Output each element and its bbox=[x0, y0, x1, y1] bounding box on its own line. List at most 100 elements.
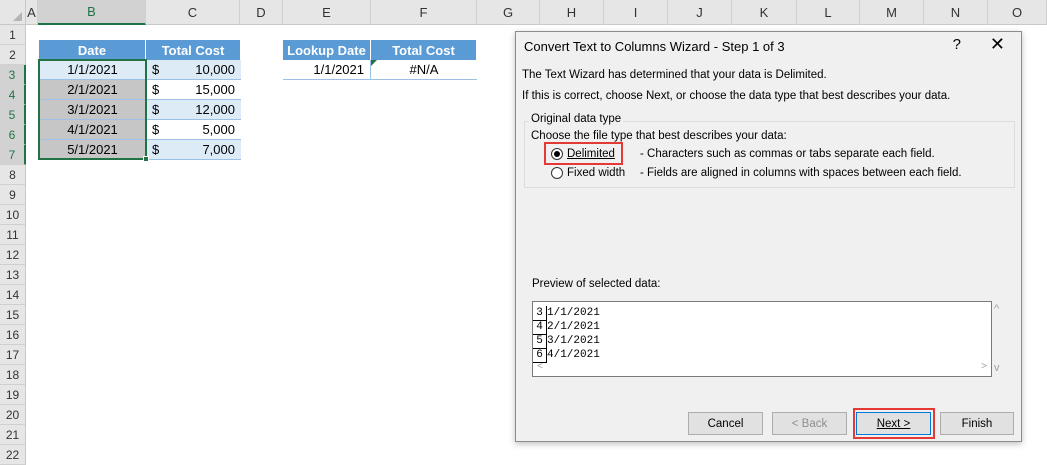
column-header-d[interactable]: D bbox=[240, 0, 283, 25]
dialog-title: Convert Text to Columns Wizard - Step 1 … bbox=[524, 39, 785, 54]
preview-pane[interactable]: 31/1/202142/1/202153/1/202164/1/202175/1… bbox=[532, 301, 992, 377]
row-header-21[interactable]: 21 bbox=[0, 425, 26, 445]
fixed-width-radio[interactable] bbox=[551, 167, 563, 179]
cost-value: 5,000 bbox=[202, 122, 235, 137]
column-header-n[interactable]: N bbox=[924, 0, 988, 25]
column-header-l[interactable]: L bbox=[797, 0, 860, 25]
row-header-2[interactable]: 2 bbox=[0, 45, 26, 65]
total-cost-cell[interactable]: $15,000 bbox=[146, 80, 241, 100]
currency-symbol: $ bbox=[152, 82, 160, 97]
row-header-22[interactable]: 22 bbox=[0, 445, 26, 465]
row-header-19[interactable]: 19 bbox=[0, 385, 26, 405]
row-header-3[interactable]: 3 bbox=[0, 65, 26, 85]
column-header-f[interactable]: F bbox=[371, 0, 477, 25]
lookup-date-cell[interactable]: 1/1/2021 bbox=[283, 60, 371, 80]
row-header-8[interactable]: 8 bbox=[0, 165, 26, 185]
preview-hscroll[interactable]: < > bbox=[533, 361, 991, 376]
column-header-h[interactable]: H bbox=[540, 0, 604, 25]
header-lookup-date[interactable]: Lookup Date bbox=[283, 40, 371, 60]
finish-button[interactable]: Finish bbox=[940, 412, 1014, 435]
total-cost-cell[interactable]: $5,000 bbox=[146, 120, 241, 140]
currency-symbol: $ bbox=[152, 102, 160, 117]
row-header-5[interactable]: 5 bbox=[0, 105, 26, 125]
group-label: Original data type bbox=[529, 113, 624, 125]
preview-row-number: 5 bbox=[533, 334, 547, 349]
fill-handle[interactable] bbox=[143, 156, 149, 162]
row-header-11[interactable]: 11 bbox=[0, 225, 26, 245]
date-cell[interactable]: 5/1/2021 bbox=[39, 140, 146, 160]
preview-row: 4 2/1/2021 bbox=[533, 320, 600, 335]
back-button[interactable]: < Back bbox=[772, 412, 847, 435]
header-lookup-total-cost[interactable]: Total Cost bbox=[371, 40, 477, 60]
row-header-1[interactable]: 1 bbox=[0, 25, 26, 45]
wizard-info-line: The Text Wizard has determined that your… bbox=[522, 69, 827, 81]
row-header-15[interactable]: 15 bbox=[0, 305, 26, 325]
text-to-columns-dialog: Convert Text to Columns Wizard - Step 1 … bbox=[515, 31, 1022, 442]
cancel-button[interactable]: Cancel bbox=[688, 412, 763, 435]
close-icon[interactable]: ✕ bbox=[990, 34, 1005, 55]
row-header-13[interactable]: 13 bbox=[0, 265, 26, 285]
column-header-k[interactable]: K bbox=[732, 0, 797, 25]
column-header-g[interactable]: G bbox=[477, 0, 540, 25]
header-date[interactable]: Date bbox=[39, 40, 146, 60]
lookup-result-cell[interactable]: #N/A bbox=[371, 60, 477, 80]
column-header-a[interactable]: A bbox=[26, 0, 38, 25]
total-cost-cell[interactable]: $12,000 bbox=[146, 100, 241, 120]
date-cell[interactable]: 3/1/2021 bbox=[39, 100, 146, 120]
cost-value: 7,000 bbox=[202, 142, 235, 157]
row-header-17[interactable]: 17 bbox=[0, 345, 26, 365]
currency-symbol: $ bbox=[152, 62, 160, 77]
scroll-down-icon[interactable]: v bbox=[994, 362, 1000, 374]
preview-row-number: 4 bbox=[533, 320, 547, 335]
next-highlight bbox=[853, 408, 935, 439]
date-cell[interactable]: 1/1/2021 bbox=[39, 60, 146, 80]
preview-row: 6 4/1/2021 bbox=[533, 348, 600, 363]
column-header-e[interactable]: E bbox=[283, 0, 371, 25]
column-header-i[interactable]: I bbox=[604, 0, 668, 25]
preview-row-number: 3 bbox=[533, 306, 547, 321]
row-header-7[interactable]: 7 bbox=[0, 145, 26, 165]
preview-row-text: 3/1/2021 bbox=[547, 335, 600, 347]
preview-row-text: 2/1/2021 bbox=[547, 321, 600, 333]
total-cost-cell[interactable]: $10,000 bbox=[146, 60, 241, 80]
delimited-description: - Characters such as commas or tabs sepa… bbox=[640, 148, 935, 160]
preview-label: Preview of selected data: bbox=[532, 278, 661, 290]
delimited-highlight bbox=[544, 142, 623, 165]
preview-row-text: 4/1/2021 bbox=[547, 349, 600, 361]
row-header-6[interactable]: 6 bbox=[0, 125, 26, 145]
column-header-c[interactable]: C bbox=[146, 0, 240, 25]
fixed-width-label[interactable]: Fixed width bbox=[567, 167, 625, 179]
scroll-up-icon[interactable]: ^ bbox=[994, 303, 999, 315]
choose-file-type-text: Choose the file type that best describes… bbox=[531, 130, 787, 142]
select-all-corner[interactable] bbox=[0, 0, 26, 25]
row-header-10[interactable]: 10 bbox=[0, 205, 26, 225]
column-header-j[interactable]: J bbox=[668, 0, 732, 25]
cost-value: 15,000 bbox=[195, 82, 235, 97]
date-cell[interactable]: 4/1/2021 bbox=[39, 120, 146, 140]
row-header-14[interactable]: 14 bbox=[0, 285, 26, 305]
cost-value: 10,000 bbox=[195, 62, 235, 77]
currency-symbol: $ bbox=[152, 122, 160, 137]
scroll-left-icon[interactable]: < bbox=[537, 361, 543, 372]
wizard-instruction-line: If this is correct, choose Next, or choo… bbox=[522, 90, 951, 102]
row-header-12[interactable]: 12 bbox=[0, 245, 26, 265]
help-icon[interactable]: ? bbox=[953, 36, 961, 53]
error-indicator-icon bbox=[371, 60, 377, 66]
preview-row: 3 1/1/2021 bbox=[533, 306, 600, 321]
row-header-20[interactable]: 20 bbox=[0, 405, 26, 425]
date-cell[interactable]: 2/1/2021 bbox=[39, 80, 146, 100]
row-header-16[interactable]: 16 bbox=[0, 325, 26, 345]
row-header-9[interactable]: 9 bbox=[0, 185, 26, 205]
row-header-18[interactable]: 18 bbox=[0, 365, 26, 385]
fixed-width-description: - Fields are aligned in columns with spa… bbox=[640, 167, 962, 179]
header-total-cost[interactable]: Total Cost bbox=[146, 40, 241, 60]
preview-row: 5 3/1/2021 bbox=[533, 334, 600, 349]
column-header-b[interactable]: B bbox=[38, 0, 146, 25]
column-header-m[interactable]: M bbox=[860, 0, 924, 25]
total-cost-cell[interactable]: $7,000 bbox=[146, 140, 241, 160]
cost-value: 12,000 bbox=[195, 102, 235, 117]
scroll-right-icon[interactable]: > bbox=[981, 361, 987, 372]
row-header-4[interactable]: 4 bbox=[0, 85, 26, 105]
column-header-o[interactable]: O bbox=[988, 0, 1047, 25]
currency-symbol: $ bbox=[152, 142, 160, 157]
